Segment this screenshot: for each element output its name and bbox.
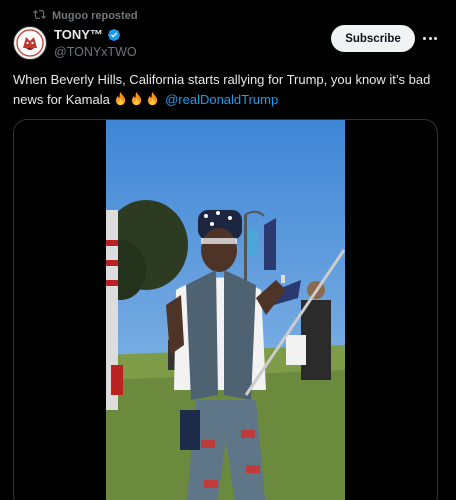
verified-badge-icon	[107, 28, 121, 42]
display-name[interactable]: TONY™	[54, 27, 103, 42]
repost-indicator[interactable]: Mugoo reposted	[33, 8, 138, 24]
subscribe-button[interactable]: Subscribe	[331, 25, 415, 52]
fire-emoji-icon	[113, 91, 128, 112]
mention-link[interactable]: @realDonaldTrump	[165, 92, 278, 107]
video-player[interactable]	[13, 119, 438, 500]
fire-emoji-icon	[129, 91, 144, 112]
author-handle[interactable]: @TONYxTWO	[54, 45, 137, 59]
tweet-text: When Beverly Hills, California starts ra…	[13, 70, 443, 112]
repost-icon	[33, 8, 46, 24]
author-info: TONY™ @TONYxTWO	[54, 27, 137, 59]
tweet-post: Mugoo reposted TONY™ @TONYxTWO Subscribe	[0, 0, 456, 500]
repost-label: Mugoo reposted	[52, 10, 138, 22]
video-frame[interactable]	[106, 120, 345, 500]
avatar[interactable]	[13, 26, 47, 60]
fire-emoji-icon	[145, 91, 160, 112]
more-icon[interactable]	[420, 28, 440, 48]
